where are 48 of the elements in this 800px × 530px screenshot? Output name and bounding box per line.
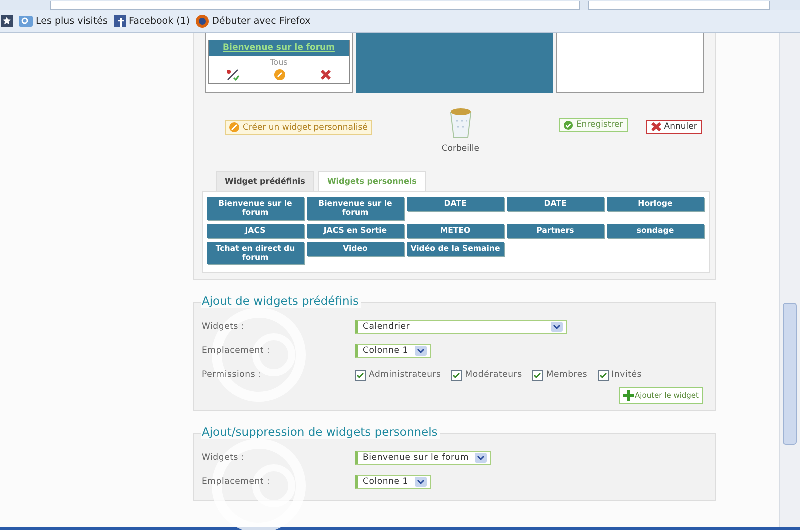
facebook-icon	[114, 15, 126, 27]
save-button[interactable]: Enregistrer	[559, 118, 628, 132]
folder-icon	[19, 15, 33, 27]
check-icon	[564, 120, 574, 130]
widget-permission: Tous	[269, 57, 289, 69]
scrollbar[interactable]	[779, 33, 800, 527]
chevron-down-icon	[414, 346, 427, 356]
checkbox-option[interactable]: Invités	[598, 370, 642, 381]
checkbox[interactable]	[451, 370, 462, 381]
checkbox[interactable]	[355, 370, 366, 381]
plus-icon	[623, 390, 634, 402]
permissions-icon[interactable]	[226, 69, 240, 81]
checkbox-option[interactable]: Administrateurs	[355, 370, 442, 381]
create-widget-button[interactable]: Créer un widget personnalisé	[225, 120, 372, 135]
checkbox-option[interactable]: Membres	[532, 370, 588, 381]
dropdown[interactable]: Colonne 1	[355, 475, 431, 490]
scrollbar-thumb[interactable]	[783, 303, 797, 445]
cancel-button[interactable]: Annuler	[646, 120, 702, 134]
field-label: Permissions :	[202, 370, 263, 380]
widget-title[interactable]: Bienvenue sur le forum	[209, 40, 349, 56]
bookmark-link[interactable]: Débuter avec Firefox	[196, 14, 311, 28]
tab[interactable]: Widget prédéfinis	[216, 171, 314, 191]
section-title: Ajout de widgets prédéfinis	[201, 294, 361, 308]
field-label: Widgets :	[202, 453, 246, 464]
bookmark-link[interactable]: Les plus visités	[19, 15, 108, 27]
bookmark-link[interactable]: Facebook (1)	[114, 15, 190, 27]
checkbox-option[interactable]: Modérateurs	[451, 370, 522, 381]
dropdown[interactable]: Colonne 1	[355, 344, 431, 358]
section-title: Ajout/suppression de widgets personnels	[201, 425, 440, 440]
field-label: Emplacement :	[202, 477, 272, 488]
checkbox[interactable]	[532, 370, 544, 381]
trash-label: Corbeille	[442, 144, 480, 154]
field-label: Emplacement :	[202, 346, 272, 356]
dropdown[interactable]: Calendrier	[355, 320, 567, 334]
firefox-icon	[196, 14, 210, 28]
checkbox[interactable]	[598, 370, 609, 381]
star-icon[interactable]	[1, 15, 13, 27]
trash-basket-icon[interactable]	[448, 107, 474, 139]
edit-icon	[229, 122, 240, 133]
search-field[interactable]	[588, 1, 770, 10]
chevron-down-icon	[414, 477, 427, 488]
dropdown[interactable]: Bienvenue sur le forum	[355, 451, 492, 466]
cross-icon	[651, 122, 662, 132]
field-label: Widgets :	[202, 322, 246, 332]
chevron-down-icon	[551, 322, 563, 332]
tab[interactable]: Widgets personnels	[318, 171, 426, 191]
delete-icon[interactable]	[320, 69, 332, 81]
chevron-down-icon	[475, 453, 488, 464]
